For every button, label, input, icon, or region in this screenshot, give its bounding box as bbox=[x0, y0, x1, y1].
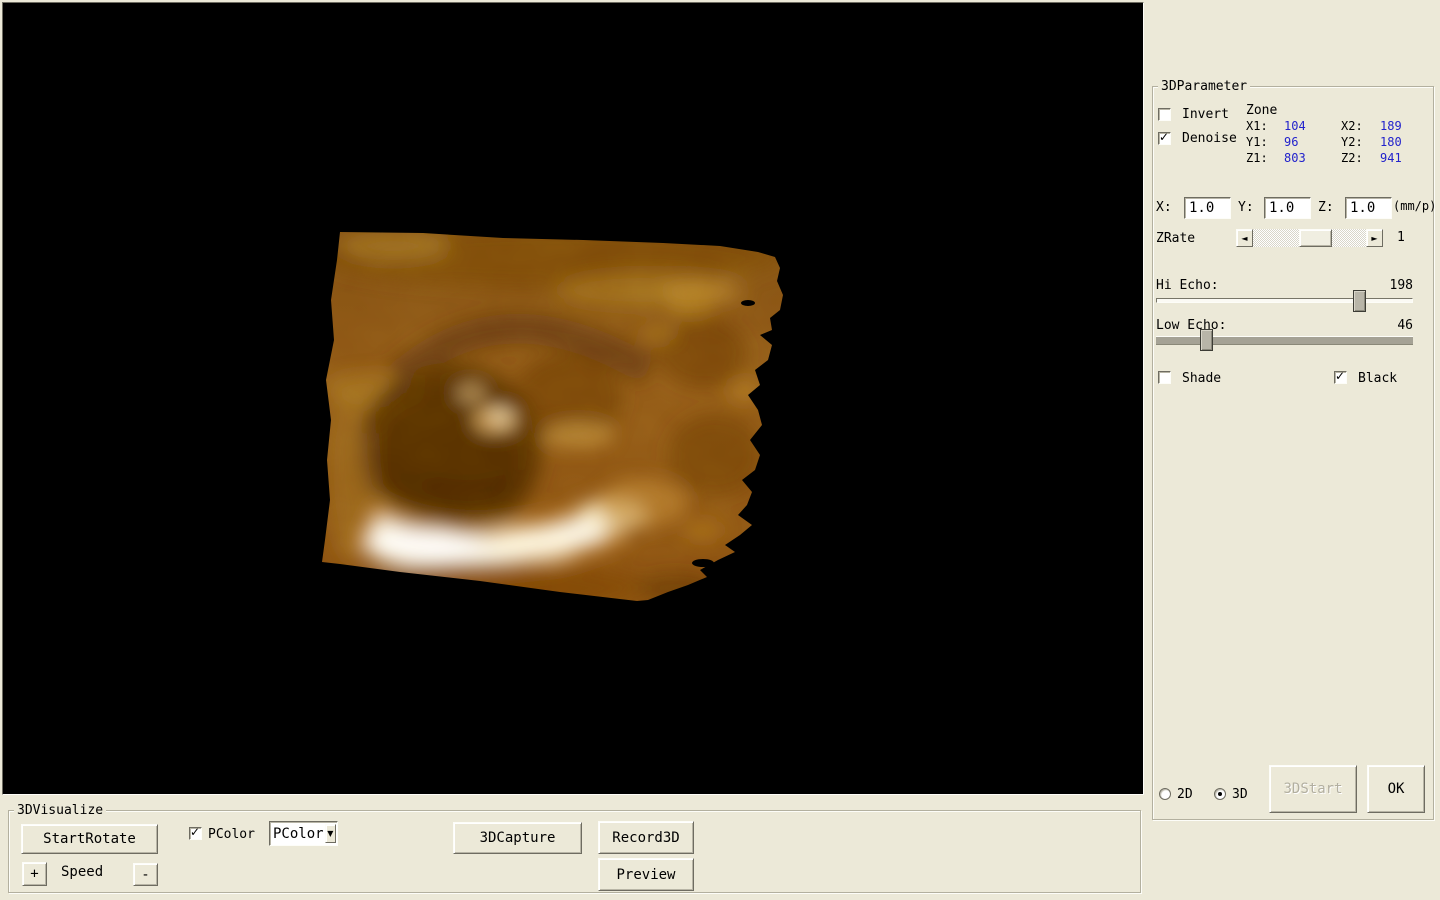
zone-z2-label: Z2: bbox=[1341, 151, 1363, 166]
3dstart-button[interactable]: 3DStart bbox=[1269, 765, 1357, 813]
parameter-group-title: 3DParameter bbox=[1158, 79, 1250, 94]
zrate-right-arrow-icon[interactable]: ► bbox=[1366, 229, 1383, 247]
zone-x1-label: X1: bbox=[1246, 119, 1268, 134]
zone-z2-value: 941 bbox=[1380, 151, 1402, 166]
y-scale-input[interactable] bbox=[1264, 197, 1311, 219]
zone-y2-label: Y2: bbox=[1341, 135, 1363, 150]
parameter-group: 3DParameter Invert Denoise Zone X1: 104 … bbox=[1152, 86, 1434, 820]
y-scale-label: Y: bbox=[1238, 200, 1254, 215]
x-scale-label: X: bbox=[1156, 200, 1172, 215]
pcolor-label: PColor bbox=[208, 827, 255, 842]
low-echo-slider[interactable] bbox=[1156, 336, 1413, 345]
zone-x2-value: 189 bbox=[1380, 119, 1402, 134]
zone-x1-value: 104 bbox=[1284, 119, 1306, 134]
zrate-left-arrow-icon[interactable]: ◄ bbox=[1236, 229, 1253, 247]
zrate-thumb[interactable] bbox=[1299, 229, 1332, 247]
render-canvas[interactable] bbox=[2, 2, 1144, 795]
z-scale-input[interactable] bbox=[1345, 197, 1392, 219]
z-scale-label: Z: bbox=[1318, 200, 1334, 215]
shade-checkbox[interactable] bbox=[1158, 371, 1171, 384]
pcolor-checkbox[interactable] bbox=[189, 827, 202, 840]
mode-2d-radio[interactable] bbox=[1159, 788, 1171, 800]
zone-x2-label: X2: bbox=[1341, 119, 1363, 134]
zone-title: Zone bbox=[1246, 103, 1277, 118]
mode-2d-label: 2D bbox=[1177, 787, 1193, 802]
app-window: 3DParameter Invert Denoise Zone X1: 104 … bbox=[0, 0, 1440, 900]
black-checkbox[interactable] bbox=[1334, 371, 1347, 384]
hi-echo-slider[interactable] bbox=[1156, 298, 1413, 303]
denoise-checkbox[interactable] bbox=[1158, 132, 1171, 145]
invert-label: Invert bbox=[1182, 107, 1229, 122]
visualize-group: 3DVisualize StartRotate PColor PColor ▼ … bbox=[8, 810, 1141, 893]
x-scale-input[interactable] bbox=[1184, 197, 1231, 219]
zrate-label: ZRate bbox=[1156, 231, 1195, 246]
visualize-group-title: 3DVisualize bbox=[14, 803, 106, 818]
low-echo-thumb[interactable] bbox=[1200, 329, 1213, 351]
ultrasound-3d-render bbox=[3, 3, 1143, 794]
zone-y1-value: 96 bbox=[1284, 135, 1298, 150]
denoise-label: Denoise bbox=[1182, 131, 1237, 146]
ok-button[interactable]: OK bbox=[1367, 765, 1425, 813]
shade-label: Shade bbox=[1182, 371, 1221, 386]
hi-echo-value: 198 bbox=[1378, 278, 1413, 293]
record3d-button[interactable]: Record3D bbox=[598, 821, 694, 854]
chevron-down-icon[interactable]: ▼ bbox=[325, 824, 336, 843]
3dcapture-button[interactable]: 3DCapture bbox=[453, 822, 582, 854]
mode-3d-radio[interactable] bbox=[1214, 788, 1226, 800]
mode-3d-label: 3D bbox=[1232, 787, 1248, 802]
speed-plus-button[interactable]: + bbox=[22, 862, 47, 886]
scale-unit-label: (mm/p) bbox=[1393, 199, 1436, 214]
hi-echo-label: Hi Echo: bbox=[1156, 278, 1219, 293]
zrate-scrollbar[interactable]: ◄ ► bbox=[1236, 229, 1383, 247]
low-echo-value: 46 bbox=[1378, 318, 1413, 333]
zone-y1-label: Y1: bbox=[1246, 135, 1268, 150]
invert-checkbox[interactable] bbox=[1158, 108, 1171, 121]
pcolor-select[interactable]: PColor ▼ bbox=[269, 821, 338, 846]
low-echo-label: Low Echo: bbox=[1156, 318, 1226, 333]
zone-z1-label: Z1: bbox=[1246, 151, 1268, 166]
zone-z1-value: 803 bbox=[1284, 151, 1306, 166]
hi-echo-thumb[interactable] bbox=[1353, 290, 1366, 312]
preview-button[interactable]: Preview bbox=[598, 858, 694, 891]
zrate-value: 1 bbox=[1397, 230, 1405, 245]
zrate-track[interactable] bbox=[1253, 229, 1366, 247]
start-rotate-button[interactable]: StartRotate bbox=[21, 824, 158, 854]
black-label: Black bbox=[1358, 371, 1397, 386]
pcolor-select-value: PColor bbox=[270, 826, 324, 842]
speed-label: Speed bbox=[61, 865, 103, 880]
speed-minus-button[interactable]: - bbox=[133, 863, 158, 886]
zone-y2-value: 180 bbox=[1380, 135, 1402, 150]
